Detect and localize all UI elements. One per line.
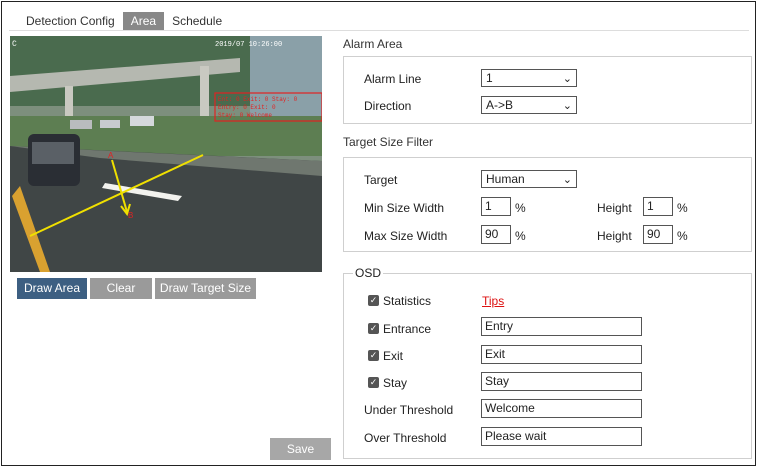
alarm-line-select[interactable]: 1 ⌄ xyxy=(481,69,577,87)
min-width-input[interactable]: 1 xyxy=(481,197,511,216)
target-select[interactable]: Human ⌄ xyxy=(481,170,577,188)
min-width-unit: % xyxy=(515,201,526,215)
target-value: Human xyxy=(486,172,525,186)
min-size-width-label: Min Size Width xyxy=(364,201,445,215)
chevron-down-icon: ⌄ xyxy=(562,100,572,112)
max-height-input[interactable]: 90 xyxy=(643,225,673,244)
video-timestamp: 2019/07 10:26:00 xyxy=(215,41,282,49)
point-b-label: B xyxy=(128,211,133,220)
stay-label: Stay xyxy=(383,376,408,390)
max-height-label: Height xyxy=(597,229,632,243)
max-width-input[interactable]: 90 xyxy=(481,225,511,244)
checkbox-checked-icon[interactable]: ✓ xyxy=(368,295,379,306)
exit-label: Exit xyxy=(383,349,404,363)
chevron-down-icon: ⌄ xyxy=(562,174,572,186)
min-height-input[interactable]: 1 xyxy=(643,197,673,216)
video-channel-label: C xyxy=(12,40,17,49)
under-threshold-input[interactable]: Welcome xyxy=(481,399,642,418)
clear-button[interactable]: Clear xyxy=(90,278,152,299)
tips-link[interactable]: Tips xyxy=(482,294,504,308)
tab-detection-config[interactable]: Detection Config xyxy=(18,12,123,30)
point-a-label: A xyxy=(108,151,114,160)
checkbox-checked-icon[interactable]: ✓ xyxy=(368,323,379,334)
video-preview[interactable]: C 2019/07 10:26:00 Ent: 0 Exit: 0 Stay: … xyxy=(10,36,322,272)
max-size-width-label: Max Size Width xyxy=(364,229,448,243)
save-button[interactable]: Save xyxy=(270,438,331,460)
target-label: Target xyxy=(364,173,398,187)
min-height-unit: % xyxy=(677,201,688,215)
over-threshold-input[interactable]: Please wait xyxy=(481,427,642,446)
stay-input[interactable]: Stay xyxy=(481,372,642,391)
entrance-input[interactable]: Entry xyxy=(481,317,642,336)
max-width-unit: % xyxy=(515,229,526,243)
tab-schedule[interactable]: Schedule xyxy=(164,12,230,30)
statistics-label: Statistics xyxy=(383,294,432,308)
target-size-filter-title: Target Size Filter xyxy=(343,135,434,149)
video-osd-line-3: Stay: 0 Welcome xyxy=(218,112,272,119)
video-osd-line-1: Ent: 0 Exit: 0 Stay: 0 xyxy=(218,96,298,103)
over-threshold-label: Over Threshold xyxy=(364,431,447,445)
direction-label: Direction xyxy=(364,99,412,113)
tab-area[interactable]: Area xyxy=(122,12,165,30)
tab-bar: Detection Config Area Schedule xyxy=(18,12,230,30)
entrance-label: Entrance xyxy=(383,322,432,336)
alarm-area-title: Alarm Area xyxy=(343,37,403,51)
osd-title: OSD xyxy=(353,266,384,280)
min-height-label: Height xyxy=(597,201,632,215)
exit-input[interactable]: Exit xyxy=(481,345,642,364)
max-height-unit: % xyxy=(677,229,688,243)
video-osd-line-2: Entry: 0 Exit: 0 xyxy=(218,104,276,111)
alarm-line-label: Alarm Line xyxy=(364,72,422,86)
tab-divider xyxy=(9,30,749,31)
draw-area-button[interactable]: Draw Area xyxy=(17,278,87,299)
under-threshold-label: Under Threshold xyxy=(364,403,454,417)
checkbox-checked-icon[interactable]: ✓ xyxy=(368,377,379,388)
direction-value: A->B xyxy=(486,98,514,112)
draw-target-size-button[interactable]: Draw Target Size xyxy=(155,278,256,299)
direction-select[interactable]: A->B ⌄ xyxy=(481,96,577,114)
camera-scene: C 2019/07 10:26:00 Ent: 0 Exit: 0 Stay: … xyxy=(10,36,322,272)
alarm-line-value: 1 xyxy=(486,71,493,85)
chevron-down-icon: ⌄ xyxy=(562,73,572,85)
checkbox-checked-icon[interactable]: ✓ xyxy=(368,350,379,361)
